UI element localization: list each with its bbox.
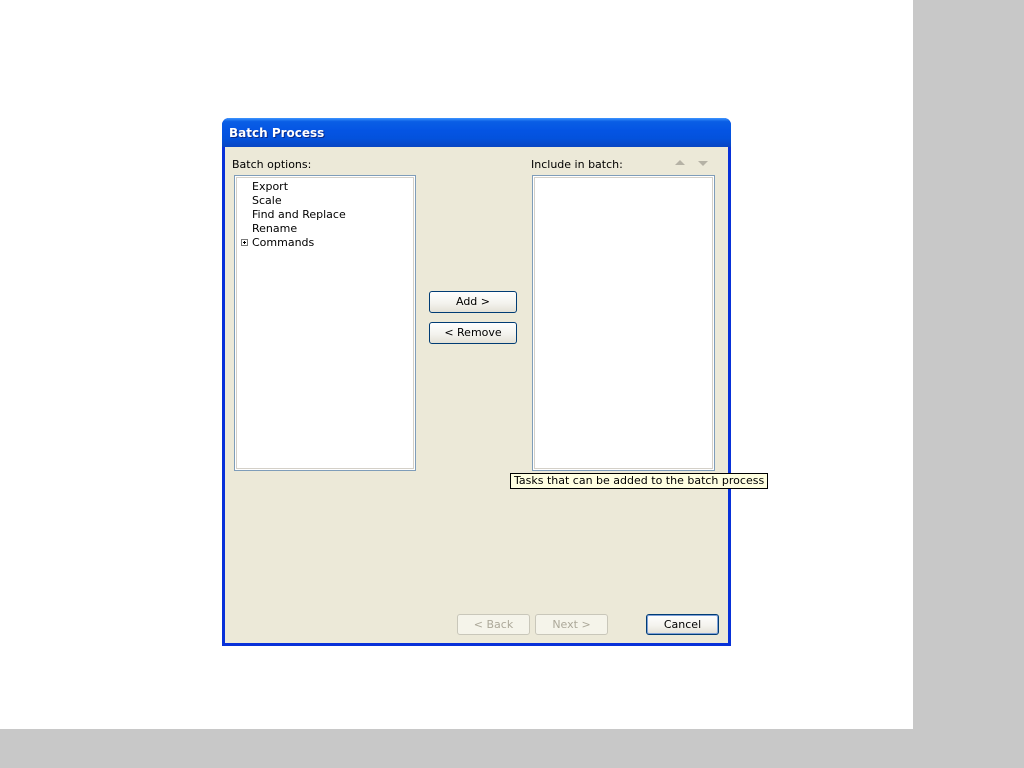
tooltip-text: Tasks that can be added to the batch pro… bbox=[514, 474, 765, 487]
batch-process-dialog: Batch Process Batch options: Export Scal… bbox=[222, 118, 731, 646]
cancel-button[interactable]: Cancel bbox=[646, 614, 719, 635]
tree-item-label: Rename bbox=[252, 222, 298, 235]
batch-options-label: Batch options: bbox=[232, 158, 312, 171]
move-down-icon[interactable] bbox=[698, 161, 708, 166]
dialog-title: Batch Process bbox=[229, 126, 325, 140]
include-in-batch-list[interactable] bbox=[532, 175, 715, 471]
batch-options-tree[interactable]: Export Scale Find and Replace Rename Com… bbox=[234, 175, 416, 471]
include-in-batch-label: Include in batch: bbox=[531, 158, 623, 171]
expand-plus-icon[interactable] bbox=[241, 239, 248, 246]
include-in-batch-list-inner bbox=[534, 177, 713, 469]
move-up-icon[interactable] bbox=[675, 160, 685, 165]
next-button[interactable]: Next > bbox=[535, 614, 608, 635]
tree-item-label: Scale bbox=[252, 194, 282, 207]
tree-item-label: Export bbox=[252, 180, 289, 193]
tree-item-label: Find and Replace bbox=[252, 208, 346, 221]
remove-button[interactable]: < Remove bbox=[429, 322, 517, 344]
dialog-title-bar[interactable]: Batch Process bbox=[222, 118, 731, 147]
batch-options-tree-inner: Export Scale Find and Replace Rename Com… bbox=[236, 177, 414, 469]
tree-item-commands[interactable]: Commands bbox=[252, 236, 314, 250]
back-button[interactable]: < Back bbox=[457, 614, 530, 635]
add-button[interactable]: Add > bbox=[429, 291, 517, 313]
tooltip: Tasks that can be added to the batch pro… bbox=[510, 473, 769, 489]
tree-item-export[interactable]: Export bbox=[252, 180, 288, 194]
tree-item-label: Commands bbox=[252, 236, 315, 249]
tree-item-find-and-replace[interactable]: Find and Replace bbox=[252, 208, 346, 222]
tree-item-rename[interactable]: Rename bbox=[252, 222, 297, 236]
tree-item-scale[interactable]: Scale bbox=[252, 194, 282, 208]
